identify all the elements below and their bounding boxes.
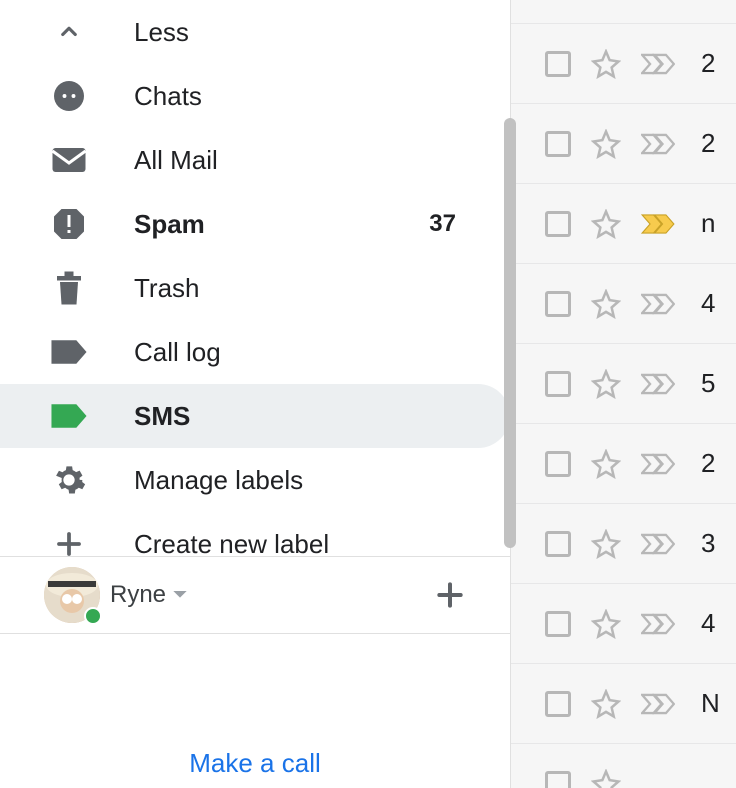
sidebar-item-label: SMS [134, 401, 190, 432]
mail-row[interactable]: 2 [511, 104, 736, 184]
sidebar-item-label: All Mail [134, 145, 218, 176]
hangouts-user-row[interactable]: Ryne [0, 557, 510, 634]
row-checkbox[interactable] [545, 611, 571, 637]
row-text: 2 [701, 48, 715, 79]
star-icon[interactable] [591, 609, 621, 639]
sidebar-item-count: 37 [429, 210, 456, 238]
row-checkbox[interactable] [545, 291, 571, 317]
label-green-icon [48, 395, 90, 437]
mail-row[interactable]: 2 [511, 424, 736, 504]
sidebar-item-label: Manage labels [134, 465, 303, 496]
mail-row[interactable]: 3 [511, 504, 736, 584]
mail-list: 2 2 n 4 5 [510, 0, 736, 788]
spam-icon [48, 203, 90, 245]
row-text: 4 [701, 608, 715, 639]
importance-icon[interactable] [641, 133, 675, 155]
star-icon[interactable] [591, 369, 621, 399]
hangouts-footer: Ryne Make a call [0, 554, 510, 788]
row-checkbox[interactable] [545, 451, 571, 477]
mail-row[interactable]: 4 [511, 264, 736, 344]
importance-icon[interactable] [641, 693, 675, 715]
row-text: 2 [701, 128, 715, 159]
row-checkbox[interactable] [545, 211, 571, 237]
sidebar-item-call-log[interactable]: Call log [0, 320, 510, 384]
star-icon[interactable] [591, 129, 621, 159]
star-icon[interactable] [591, 689, 621, 719]
sidebar-item-all-mail[interactable]: All Mail [0, 128, 510, 192]
sidebar-item-less[interactable]: Less [0, 0, 510, 64]
star-icon[interactable] [591, 449, 621, 479]
row-text: N [701, 688, 720, 719]
mail-row[interactable]: 4 [511, 584, 736, 664]
star-icon[interactable] [591, 529, 621, 559]
new-conversation-button[interactable] [434, 579, 466, 611]
sidebar-item-label: Trash [134, 273, 200, 304]
row-text: 5 [701, 368, 715, 399]
importance-icon[interactable] [641, 453, 675, 475]
row-text: 4 [701, 288, 715, 319]
row-checkbox[interactable] [545, 51, 571, 77]
row-checkbox[interactable] [545, 771, 571, 788]
scrollbar[interactable] [504, 118, 516, 548]
sidebar-item-label: Call log [134, 337, 221, 368]
row-checkbox[interactable] [545, 531, 571, 557]
mail-row[interactable] [511, 744, 736, 788]
mail-row[interactable]: n [511, 184, 736, 264]
dropdown-caret-icon [172, 589, 188, 601]
star-icon[interactable] [591, 209, 621, 239]
row-text: 3 [701, 528, 715, 559]
chevron-up-icon [48, 11, 90, 53]
avatar [44, 567, 100, 623]
sidebar-item-sms[interactable]: SMS [0, 384, 510, 448]
sidebar-item-label: Less [134, 17, 189, 48]
gear-icon [48, 459, 90, 501]
importance-marked-icon[interactable] [641, 213, 675, 235]
presence-indicator [84, 607, 102, 625]
row-checkbox[interactable] [545, 371, 571, 397]
sidebar-item-spam[interactable]: Spam 37 [0, 192, 510, 256]
sidebar-item-manage-labels[interactable]: Manage labels [0, 448, 510, 512]
importance-icon[interactable] [641, 293, 675, 315]
row-text: n [701, 208, 715, 239]
make-call-link[interactable]: Make a call [0, 748, 510, 779]
sidebar-item-label: Spam [134, 209, 205, 240]
importance-icon[interactable] [641, 373, 675, 395]
trash-icon [48, 267, 90, 309]
row-checkbox[interactable] [545, 131, 571, 157]
hangouts-user-name: Ryne [110, 581, 166, 609]
star-icon[interactable] [591, 769, 621, 788]
sidebar-nav: Less Chats All Mail Spam 37 [0, 0, 510, 576]
mail-row-partial [511, 0, 736, 24]
row-text: 2 [701, 448, 715, 479]
star-icon[interactable] [591, 289, 621, 319]
importance-icon[interactable] [641, 613, 675, 635]
star-icon[interactable] [591, 49, 621, 79]
all-mail-icon [48, 139, 90, 181]
sidebar-item-label: Chats [134, 81, 202, 112]
row-checkbox[interactable] [545, 691, 571, 717]
importance-icon[interactable] [641, 533, 675, 555]
chats-icon [48, 75, 90, 117]
mail-row[interactable]: N [511, 664, 736, 744]
sidebar: Less Chats All Mail Spam 37 [0, 0, 510, 788]
sidebar-item-chats[interactable]: Chats [0, 64, 510, 128]
sidebar-item-trash[interactable]: Trash [0, 256, 510, 320]
label-icon [48, 331, 90, 373]
importance-icon[interactable] [641, 53, 675, 75]
mail-row[interactable]: 2 [511, 24, 736, 104]
mail-row[interactable]: 5 [511, 344, 736, 424]
